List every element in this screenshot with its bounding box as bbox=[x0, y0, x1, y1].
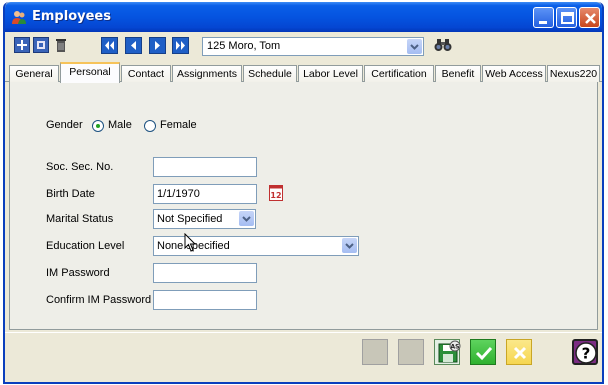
gender-male-radio[interactable] bbox=[92, 120, 104, 132]
marital-status-value: Not Specified bbox=[157, 213, 223, 225]
tab-benefit[interactable]: Benefit bbox=[435, 65, 481, 82]
next-record-button[interactable] bbox=[149, 37, 166, 54]
help-question-icon: ? bbox=[575, 342, 597, 364]
tab-nexus220[interactable]: Nexus220 bbox=[547, 65, 600, 82]
checkmark-icon bbox=[475, 346, 493, 361]
tab-certification[interactable]: Certification bbox=[364, 65, 434, 82]
confirm-im-password-input[interactable] bbox=[153, 290, 257, 310]
bottom-button-bar: AS ? bbox=[5, 332, 602, 382]
toolbar: 125 Moro, Tom bbox=[5, 32, 602, 60]
previous-record-icon bbox=[131, 41, 136, 50]
save-as-button[interactable]: AS bbox=[434, 339, 461, 365]
tab-schedule[interactable]: Schedule bbox=[243, 65, 297, 82]
tab-general[interactable]: General bbox=[9, 65, 59, 82]
ssn-label: Soc. Sec. No. bbox=[46, 161, 114, 173]
tab-labor-level[interactable]: Labor Level bbox=[298, 65, 363, 82]
minimize-icon bbox=[539, 21, 547, 24]
tab-contact[interactable]: Contact bbox=[121, 65, 171, 82]
gender-female-radio[interactable] bbox=[144, 120, 156, 132]
svg-text:12: 12 bbox=[270, 191, 281, 200]
last-record-button[interactable] bbox=[172, 37, 189, 54]
cancel-x-icon bbox=[513, 346, 527, 360]
mouse-pointer-icon bbox=[184, 233, 197, 252]
close-button[interactable] bbox=[579, 7, 600, 28]
window-title: Employees bbox=[32, 9, 111, 24]
previous-record-button[interactable] bbox=[125, 37, 142, 54]
education-level-label: Education Level bbox=[46, 240, 125, 252]
birth-date-value: 1/1/1970 bbox=[157, 188, 200, 200]
last-record-icon bbox=[176, 41, 185, 50]
chevron-down-icon[interactable] bbox=[342, 238, 357, 253]
birth-date-input[interactable]: 1/1/1970 bbox=[153, 184, 257, 204]
gender-label: Gender bbox=[46, 119, 83, 131]
employee-selector-value: 125 Moro, Tom bbox=[207, 40, 281, 52]
help-button[interactable]: ? bbox=[572, 339, 598, 365]
ok-button[interactable] bbox=[470, 339, 496, 365]
employees-window: Employees 125 Moro, Tom General Personal… bbox=[3, 2, 604, 384]
personal-tab-panel: Gender Male Female Soc. Sec. No. Birth D… bbox=[9, 82, 598, 330]
disabled-action-button-2[interactable] bbox=[398, 339, 424, 365]
title-bar[interactable]: Employees bbox=[5, 2, 602, 32]
binoculars-search-icon[interactable] bbox=[434, 38, 452, 52]
first-record-button[interactable] bbox=[101, 37, 118, 54]
next-record-icon bbox=[155, 41, 160, 50]
first-record-icon bbox=[105, 41, 114, 50]
calendar-icon[interactable]: 12 bbox=[269, 185, 283, 201]
people-app-icon bbox=[12, 11, 26, 24]
svg-text:?: ? bbox=[582, 345, 591, 363]
marital-status-label: Marital Status bbox=[46, 213, 114, 225]
tab-personal[interactable]: Personal bbox=[60, 62, 120, 83]
tab-web-access[interactable]: Web Access bbox=[482, 65, 546, 82]
tab-strip: General Personal Contact Assignments Sch… bbox=[5, 62, 602, 83]
ssn-input[interactable] bbox=[153, 157, 257, 177]
employee-selector[interactable]: 125 Moro, Tom bbox=[202, 37, 424, 56]
gender-male-label[interactable]: Male bbox=[108, 119, 132, 131]
maximize-icon bbox=[561, 12, 574, 24]
svg-text:AS: AS bbox=[451, 344, 460, 351]
birth-date-label: Birth Date bbox=[46, 188, 95, 200]
save-as-icon: AS bbox=[438, 340, 461, 363]
confirm-im-password-label: Confirm IM Password bbox=[46, 294, 152, 306]
maximize-button[interactable] bbox=[556, 7, 577, 28]
cancel-button[interactable] bbox=[506, 339, 532, 365]
chevron-down-icon[interactable] bbox=[239, 211, 254, 226]
gender-female-label[interactable]: Female bbox=[160, 119, 197, 131]
chevron-down-icon[interactable] bbox=[407, 39, 422, 54]
im-password-label: IM Password bbox=[46, 267, 110, 279]
disabled-action-button-1[interactable] bbox=[362, 339, 388, 365]
save-icon[interactable] bbox=[33, 37, 49, 53]
tab-assignments[interactable]: Assignments bbox=[172, 65, 242, 82]
delete-trash-icon[interactable] bbox=[53, 37, 69, 53]
add-record-icon[interactable] bbox=[14, 37, 30, 53]
minimize-button[interactable] bbox=[533, 7, 554, 28]
marital-status-select[interactable]: Not Specified bbox=[153, 209, 256, 229]
close-icon bbox=[585, 13, 596, 24]
im-password-input[interactable] bbox=[153, 263, 257, 283]
